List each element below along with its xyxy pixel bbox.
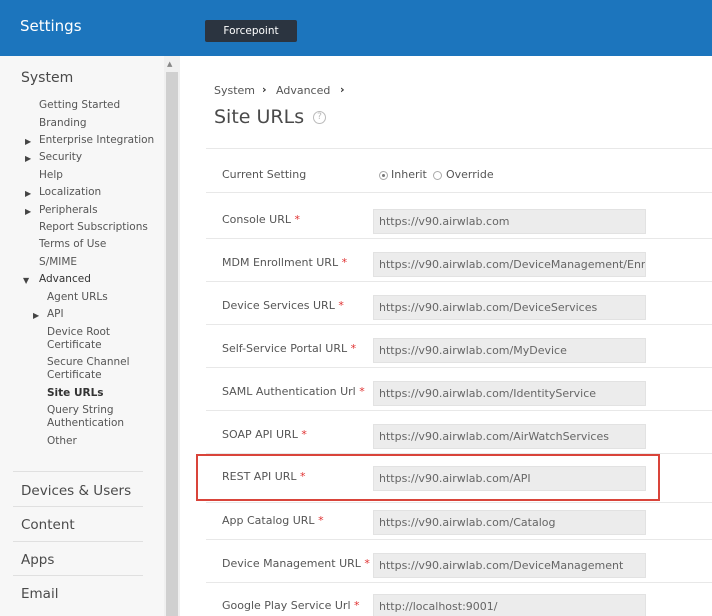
google-play-service-url-input[interactable]: http://localhost:9001/ bbox=[373, 594, 646, 616]
sidebar-subitem-device-root-certificate-line2[interactable]: Certificate bbox=[47, 339, 102, 352]
soap-api-url-input[interactable]: https://v90.airwlab.com/AirWatchServices bbox=[373, 424, 646, 449]
expand-icon[interactable]: ▶ bbox=[25, 189, 31, 198]
chevron-right-icon: › bbox=[262, 83, 267, 96]
device-management-url-label: Device Management URL * bbox=[222, 557, 370, 570]
sidebar-subitem-secure-channel-certificate-line2[interactable]: Certificate bbox=[47, 369, 102, 382]
expand-icon[interactable]: ▶ bbox=[25, 207, 31, 216]
row-divider bbox=[206, 281, 712, 282]
radio-override-label[interactable]: Override bbox=[446, 168, 494, 181]
radio-override[interactable] bbox=[433, 171, 442, 180]
self-service-portal-url-label: Self-Service Portal URL * bbox=[222, 342, 357, 355]
current-setting-label: Current Setting bbox=[222, 168, 307, 181]
device-management-url-input[interactable]: https://v90.airwlab.com/DeviceManagement bbox=[373, 553, 646, 578]
divider bbox=[13, 506, 143, 507]
divider bbox=[13, 541, 143, 542]
sidebar-item-branding[interactable]: Branding bbox=[39, 117, 87, 130]
breadcrumb-system[interactable]: System bbox=[214, 84, 255, 97]
sidebar-item-smime[interactable]: S/MIME bbox=[39, 256, 77, 269]
sidebar-section-system[interactable]: System bbox=[21, 70, 73, 86]
self-service-portal-url-input[interactable]: https://v90.airwlab.com/MyDevice bbox=[373, 338, 646, 363]
breadcrumb-advanced[interactable]: Advanced bbox=[276, 84, 330, 97]
row-divider bbox=[206, 324, 712, 325]
row-divider bbox=[206, 502, 712, 503]
row-divider bbox=[206, 238, 712, 239]
sidebar-subitem-query-string-authentication[interactable]: Query String bbox=[47, 404, 114, 417]
sidebar-subitem-secure-channel-certificate[interactable]: Secure Channel bbox=[47, 356, 130, 369]
expand-icon[interactable]: ▶ bbox=[25, 137, 31, 146]
row-divider bbox=[206, 582, 712, 583]
chevron-right-icon: › bbox=[340, 83, 345, 96]
sidebar-subitem-site-urls[interactable]: Site URLs bbox=[47, 387, 104, 400]
sidebar-item-getting-started[interactable]: Getting Started bbox=[39, 99, 120, 112]
app-catalog-url-label: App Catalog URL * bbox=[222, 514, 324, 527]
google-play-service-url-label: Google Play Service Url * bbox=[222, 599, 360, 612]
expand-icon[interactable]: ▶ bbox=[33, 311, 39, 320]
saml-authentication-url-label: SAML Authentication Url * bbox=[222, 385, 365, 398]
device-services-url-label: Device Services URL * bbox=[222, 299, 344, 312]
console-url-label: Console URL * bbox=[222, 213, 300, 226]
sidebar-section-email[interactable]: Email bbox=[21, 586, 58, 602]
row-divider bbox=[206, 539, 712, 540]
sidebar-item-terms-of-use[interactable]: Terms of Use bbox=[39, 238, 106, 251]
sidebar-item-help[interactable]: Help bbox=[39, 169, 63, 182]
sidebar-item-peripherals[interactable]: Peripherals bbox=[39, 204, 98, 217]
app-title: Settings bbox=[20, 17, 82, 35]
sidebar-subitem-api[interactable]: API bbox=[47, 308, 64, 321]
sidebar-item-report-subscriptions[interactable]: Report Subscriptions bbox=[39, 221, 148, 234]
collapse-icon[interactable]: ▼ bbox=[23, 276, 29, 285]
sidebar-subitem-agent-urls[interactable]: Agent URLs bbox=[47, 291, 108, 304]
scroll-up-icon[interactable]: ▲ bbox=[167, 60, 172, 68]
row-divider bbox=[206, 148, 712, 149]
sidebar-section-content[interactable]: Content bbox=[21, 517, 75, 533]
help-icon[interactable]: ? bbox=[313, 111, 326, 124]
saml-authentication-url-input[interactable]: https://v90.airwlab.com/IdentityService bbox=[373, 381, 646, 406]
sidebar-subitem-other[interactable]: Other bbox=[47, 435, 77, 448]
sidebar-item-localization[interactable]: Localization bbox=[39, 186, 101, 199]
mdm-enrollment-url-input[interactable]: https://v90.airwlab.com/DeviceManagement… bbox=[373, 252, 646, 277]
app-catalog-url-input[interactable]: https://v90.airwlab.com/Catalog bbox=[373, 510, 646, 535]
radio-inherit[interactable] bbox=[379, 171, 388, 180]
divider bbox=[13, 471, 143, 472]
sidebar-item-advanced[interactable]: Advanced bbox=[39, 273, 91, 286]
app-header: Settings Forcepoint bbox=[0, 0, 712, 56]
highlight-box bbox=[196, 454, 660, 501]
forcepoint-button[interactable]: Forcepoint bbox=[205, 20, 297, 42]
sidebar-subitem-device-root-certificate[interactable]: Device Root bbox=[47, 326, 110, 339]
radio-inherit-label[interactable]: Inherit bbox=[391, 168, 427, 181]
sidebar-item-security[interactable]: Security bbox=[39, 151, 82, 164]
sidebar-section-apps[interactable]: Apps bbox=[21, 552, 54, 568]
row-divider bbox=[206, 367, 712, 368]
console-url-input[interactable]: https://v90.airwlab.com bbox=[373, 209, 646, 234]
sidebar-subitem-query-string-authentication-line2[interactable]: Authentication bbox=[47, 417, 124, 430]
expand-icon[interactable]: ▶ bbox=[25, 154, 31, 163]
device-services-url-input[interactable]: https://v90.airwlab.com/DeviceServices bbox=[373, 295, 646, 320]
row-divider bbox=[206, 410, 712, 411]
sidebar-section-devices-users[interactable]: Devices & Users bbox=[21, 483, 131, 499]
soap-api-url-label: SOAP API URL * bbox=[222, 428, 307, 441]
row-divider bbox=[206, 192, 712, 193]
sidebar-item-enterprise-integration[interactable]: Enterprise Integration bbox=[39, 134, 154, 147]
divider bbox=[13, 575, 143, 576]
mdm-enrollment-url-label: MDM Enrollment URL * bbox=[222, 256, 348, 269]
sidebar-scrollbar-thumb[interactable] bbox=[166, 72, 178, 616]
page-title: Site URLs bbox=[214, 106, 305, 128]
